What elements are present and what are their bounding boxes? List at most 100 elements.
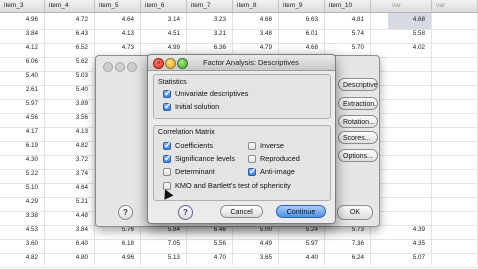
table-cell[interactable] <box>388 195 432 209</box>
table-cell[interactable]: 4.13 <box>45 125 95 139</box>
table-cell[interactable] <box>432 209 478 223</box>
table-cell[interactable]: 6.63 <box>279 13 325 27</box>
table-cell[interactable]: 4.81 <box>325 13 371 27</box>
table-cell[interactable] <box>432 181 478 195</box>
zoom-icon[interactable] <box>127 62 137 72</box>
close-icon[interactable] <box>103 62 113 72</box>
table-cell[interactable]: 5.21 <box>45 195 95 209</box>
table-cell[interactable]: 3.84 <box>0 27 45 41</box>
table-cell[interactable]: 4.70 <box>187 251 233 265</box>
table-cell[interactable] <box>432 111 478 125</box>
table-cell[interactable]: 4.72 <box>45 13 95 27</box>
column-header[interactable]: item_7 <box>187 0 233 12</box>
table-cell[interactable]: 4.68 <box>233 13 279 27</box>
help-button[interactable]: ? <box>178 205 193 220</box>
table-cell[interactable]: 5.10 <box>0 181 45 195</box>
column-header[interactable]: var <box>432 0 478 12</box>
table-cell[interactable]: 5.07 <box>388 251 432 265</box>
table-cell[interactable] <box>388 167 432 181</box>
significance-levels-checkbox[interactable] <box>163 153 172 164</box>
table-cell[interactable]: 5.97 <box>0 97 45 111</box>
table-cell[interactable]: 3.89 <box>45 97 95 111</box>
table-cell[interactable] <box>432 55 478 69</box>
table-cell[interactable] <box>432 251 478 265</box>
table-cell[interactable]: 4.56 <box>0 111 45 125</box>
ok-button[interactable]: OK <box>337 205 373 220</box>
table-cell[interactable]: 3.48 <box>233 27 279 41</box>
table-cell[interactable]: 3.65 <box>233 251 279 265</box>
table-cell[interactable]: 4.96 <box>0 13 45 27</box>
options-button[interactable]: Options... <box>338 149 378 162</box>
table-cell[interactable]: 5.22 <box>0 167 45 181</box>
table-cell[interactable]: 7.05 <box>141 237 187 251</box>
table-cell[interactable]: 6.52 <box>45 41 95 55</box>
table-cell[interactable]: 5.03 <box>45 69 95 83</box>
table-cell[interactable]: 5.40 <box>0 69 45 83</box>
minimize-icon[interactable] <box>115 62 125 72</box>
table-cell[interactable]: 6.36 <box>187 41 233 55</box>
column-header[interactable]: item_4 <box>45 0 95 12</box>
column-header[interactable]: item_10 <box>325 0 371 12</box>
table-cell[interactable]: 4.82 <box>45 139 95 153</box>
table-cell[interactable] <box>388 181 432 195</box>
table-cell[interactable]: 4.51 <box>141 27 187 41</box>
table-cell[interactable]: 4.35 <box>388 237 432 251</box>
table-cell[interactable]: 6.06 <box>0 55 45 69</box>
zoom-icon[interactable] <box>177 58 188 69</box>
anti-image-checkbox[interactable] <box>248 166 257 177</box>
table-cell[interactable] <box>432 223 478 237</box>
table-cell[interactable]: 4.02 <box>388 41 432 55</box>
column-header[interactable]: item_8 <box>233 0 279 12</box>
table-cell[interactable]: 7.36 <box>325 237 371 251</box>
table-cell[interactable]: 4.39 <box>388 223 432 237</box>
table-cell[interactable]: 4.53 <box>0 223 45 237</box>
table-cell[interactable]: 5.97 <box>279 237 325 251</box>
table-cell[interactable] <box>388 111 432 125</box>
close-icon[interactable]: × <box>153 58 164 69</box>
table-cell[interactable] <box>432 167 478 181</box>
table-cell[interactable]: 4.13 <box>95 27 141 41</box>
table-cell[interactable] <box>432 13 478 27</box>
table-cell[interactable] <box>432 139 478 153</box>
table-cell[interactable] <box>432 237 478 251</box>
table-cell[interactable]: 6.01 <box>279 27 325 41</box>
table-cell[interactable]: 4.80 <box>45 251 95 265</box>
column-header[interactable]: item_3 <box>0 0 45 12</box>
table-cell[interactable]: 5.74 <box>325 27 371 41</box>
table-cell[interactable]: 6.18 <box>95 237 141 251</box>
table-cell[interactable]: 4.73 <box>95 41 141 55</box>
table-cell[interactable] <box>388 69 432 83</box>
table-cell[interactable] <box>388 125 432 139</box>
initial-solution-checkbox[interactable] <box>163 101 172 112</box>
table-cell[interactable]: 3.14 <box>141 13 187 27</box>
table-cell[interactable]: 3.23 <box>187 13 233 27</box>
table-cell[interactable]: 6.19 <box>0 139 45 153</box>
extraction-button[interactable]: Extraction... <box>338 97 378 110</box>
table-cell[interactable]: 5.58 <box>388 27 432 41</box>
table-cell[interactable] <box>388 55 432 69</box>
help-button[interactable]: ? <box>118 205 133 220</box>
table-cell[interactable]: 5.62 <box>45 55 95 69</box>
table-cell[interactable]: 4.12 <box>0 41 45 55</box>
reproduced-checkbox[interactable] <box>248 155 256 163</box>
descriptives-button[interactable]: Descriptives... <box>338 78 378 91</box>
column-header[interactable]: item_5 <box>95 0 141 12</box>
table-cell[interactable] <box>432 83 478 97</box>
coefficients-checkbox[interactable] <box>163 140 172 151</box>
table-cell[interactable]: 5.56 <box>187 237 233 251</box>
table-cell[interactable]: 3.60 <box>0 237 45 251</box>
table-cell[interactable] <box>432 27 478 41</box>
table-cell[interactable]: 3.84 <box>45 223 95 237</box>
title-bar[interactable]: × Factor Analysis: Descriptives <box>148 55 335 71</box>
table-cell[interactable]: 6.40 <box>45 237 95 251</box>
rotation-button[interactable]: Rotation... <box>338 115 378 128</box>
table-cell[interactable]: 4.68 <box>388 13 432 27</box>
table-cell[interactable] <box>432 125 478 139</box>
table-cell[interactable]: 4.68 <box>279 41 325 55</box>
univariate-checkbox[interactable] <box>163 88 172 99</box>
table-cell[interactable]: 4.29 <box>0 195 45 209</box>
continue-button[interactable]: Continue <box>276 205 326 218</box>
column-header[interactable]: var <box>388 0 432 12</box>
table-cell[interactable]: 4.30 <box>0 153 45 167</box>
column-header[interactable]: item_9 <box>279 0 325 12</box>
